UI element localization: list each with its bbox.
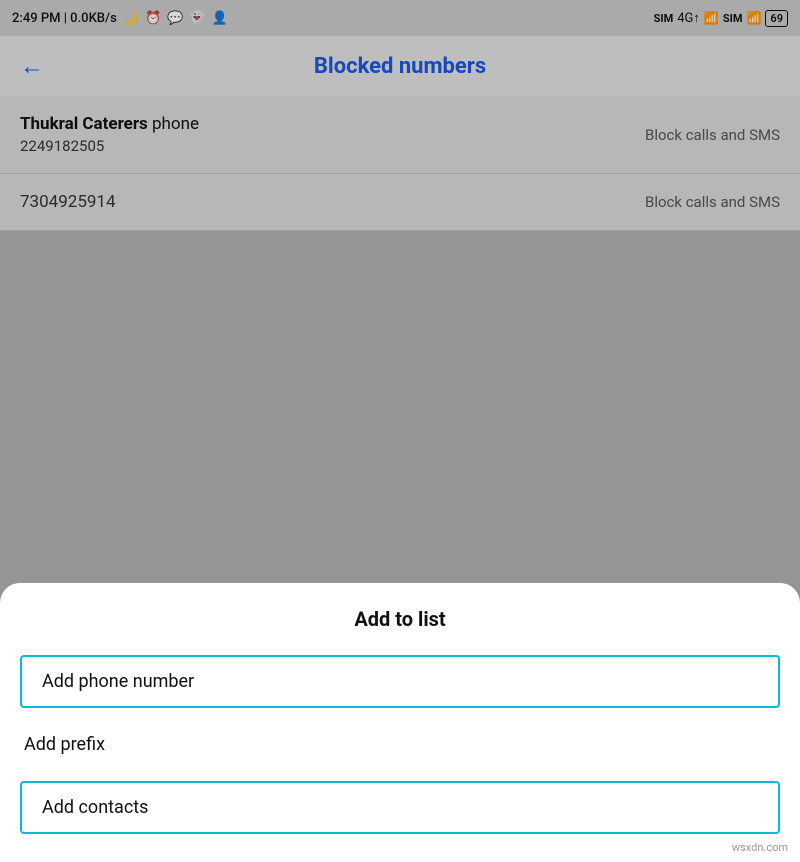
- bottom-sheet-title: Add to list: [0, 583, 800, 647]
- add-prefix-button[interactable]: Add prefix: [0, 716, 800, 773]
- bottom-sheet: Add to list Add phone number Add prefix …: [0, 583, 800, 862]
- add-phone-number-button[interactable]: Add phone number: [20, 655, 780, 708]
- add-contacts-button[interactable]: Add contacts: [20, 781, 780, 834]
- watermark: wsxdn.com: [732, 841, 788, 854]
